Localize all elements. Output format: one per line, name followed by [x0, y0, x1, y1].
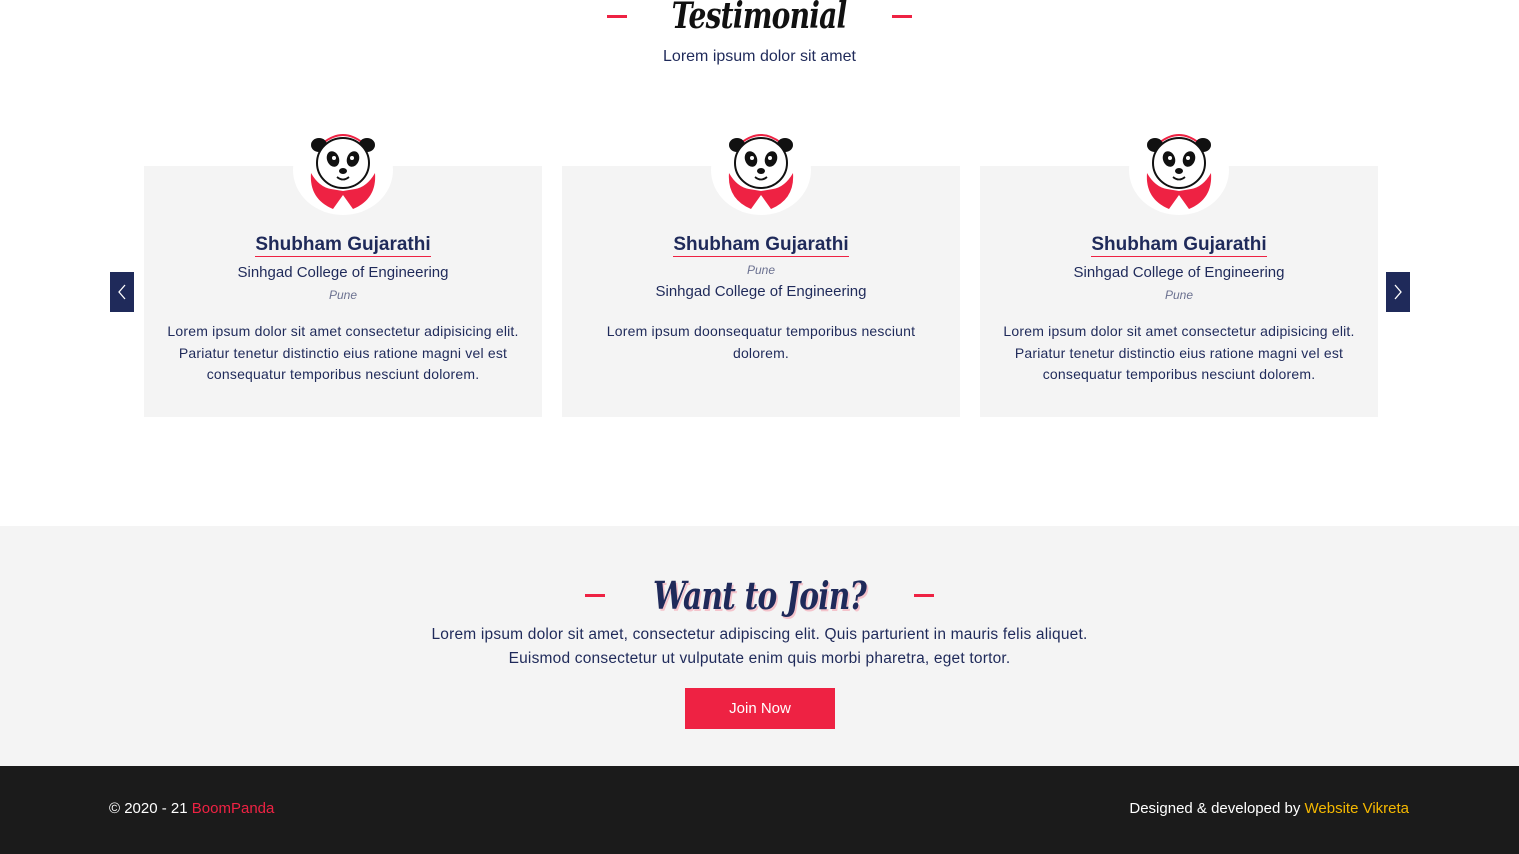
card-city: Pune — [746, 263, 776, 277]
heading-dash-right — [914, 593, 935, 597]
join-title: Want to Join? — [652, 572, 867, 618]
footer-copyright: © 2020 - 21 BoomPanda — [109, 800, 274, 817]
join-section: Want to Join? Lorem ipsum dolor sit amet… — [0, 526, 1519, 766]
testimonial-title: Testimonial — [672, 0, 848, 37]
card-college: Sinhgad College of Engineering — [655, 283, 867, 300]
panda-logo-icon — [1146, 134, 1212, 209]
heading-dash-left — [584, 593, 605, 597]
card-text: Lorem ipsum dolor sit amet consectetur a… — [167, 323, 519, 382]
card-name: Shubham Gujarathi — [255, 234, 431, 257]
footer-credit: Designed & developed by Website Vikreta — [1129, 800, 1409, 817]
heading-dash-left — [607, 14, 628, 18]
footer: © 2020 - 21 BoomPanda Designed & develop… — [0, 766, 1519, 854]
testimonial-section: Testimonial Lorem ipsum dolor sit amet S… — [0, 0, 1519, 526]
card-city: Pune — [328, 288, 358, 302]
chevron-left-icon — [118, 284, 126, 300]
join-now-button[interactable]: Join Now — [685, 688, 835, 729]
card-college: Sinhgad College of Engineering — [237, 264, 449, 281]
card-name: Shubham Gujarathi — [1091, 234, 1267, 257]
brand-link[interactable]: BoomPanda — [192, 800, 275, 817]
testimonial-heading: Testimonial — [0, 0, 1519, 38]
avatar — [293, 125, 393, 215]
testimonial-card: Shubham Gujarathi Sinhgad College of Eng… — [980, 125, 1378, 417]
avatar — [711, 125, 811, 215]
card-college: Sinhgad College of Engineering — [1073, 264, 1285, 281]
credit-text: Designed & developed by — [1129, 800, 1305, 817]
carousel-prev-button[interactable] — [110, 272, 134, 312]
card-text: Lorem ipsum doonsequatur temporibus nesc… — [606, 323, 916, 361]
card-city: Pune — [1164, 288, 1194, 302]
join-heading: Want to Join? — [0, 570, 1519, 620]
avatar — [1129, 125, 1229, 215]
copyright-text: © 2020 - 21 — [109, 800, 192, 817]
card-text: Lorem ipsum dolor sit amet consectetur a… — [1003, 323, 1355, 382]
panda-logo-icon — [310, 134, 376, 209]
testimonial-subtitle: Lorem ipsum dolor sit amet — [663, 48, 856, 65]
testimonial-card: Shubham Gujarathi Pune Sinhgad College o… — [562, 125, 960, 417]
developer-link[interactable]: Website Vikreta — [1305, 800, 1410, 817]
card-name: Shubham Gujarathi — [673, 234, 849, 257]
heading-dash-right — [891, 14, 912, 18]
testimonial-card: Shubham Gujarathi Sinhgad College of Eng… — [144, 125, 542, 417]
panda-logo-icon — [728, 134, 794, 209]
carousel-next-button[interactable] — [1386, 272, 1410, 312]
chevron-right-icon — [1394, 284, 1402, 300]
join-description: Lorem ipsum dolor sit amet, consectetur … — [431, 626, 1088, 667]
